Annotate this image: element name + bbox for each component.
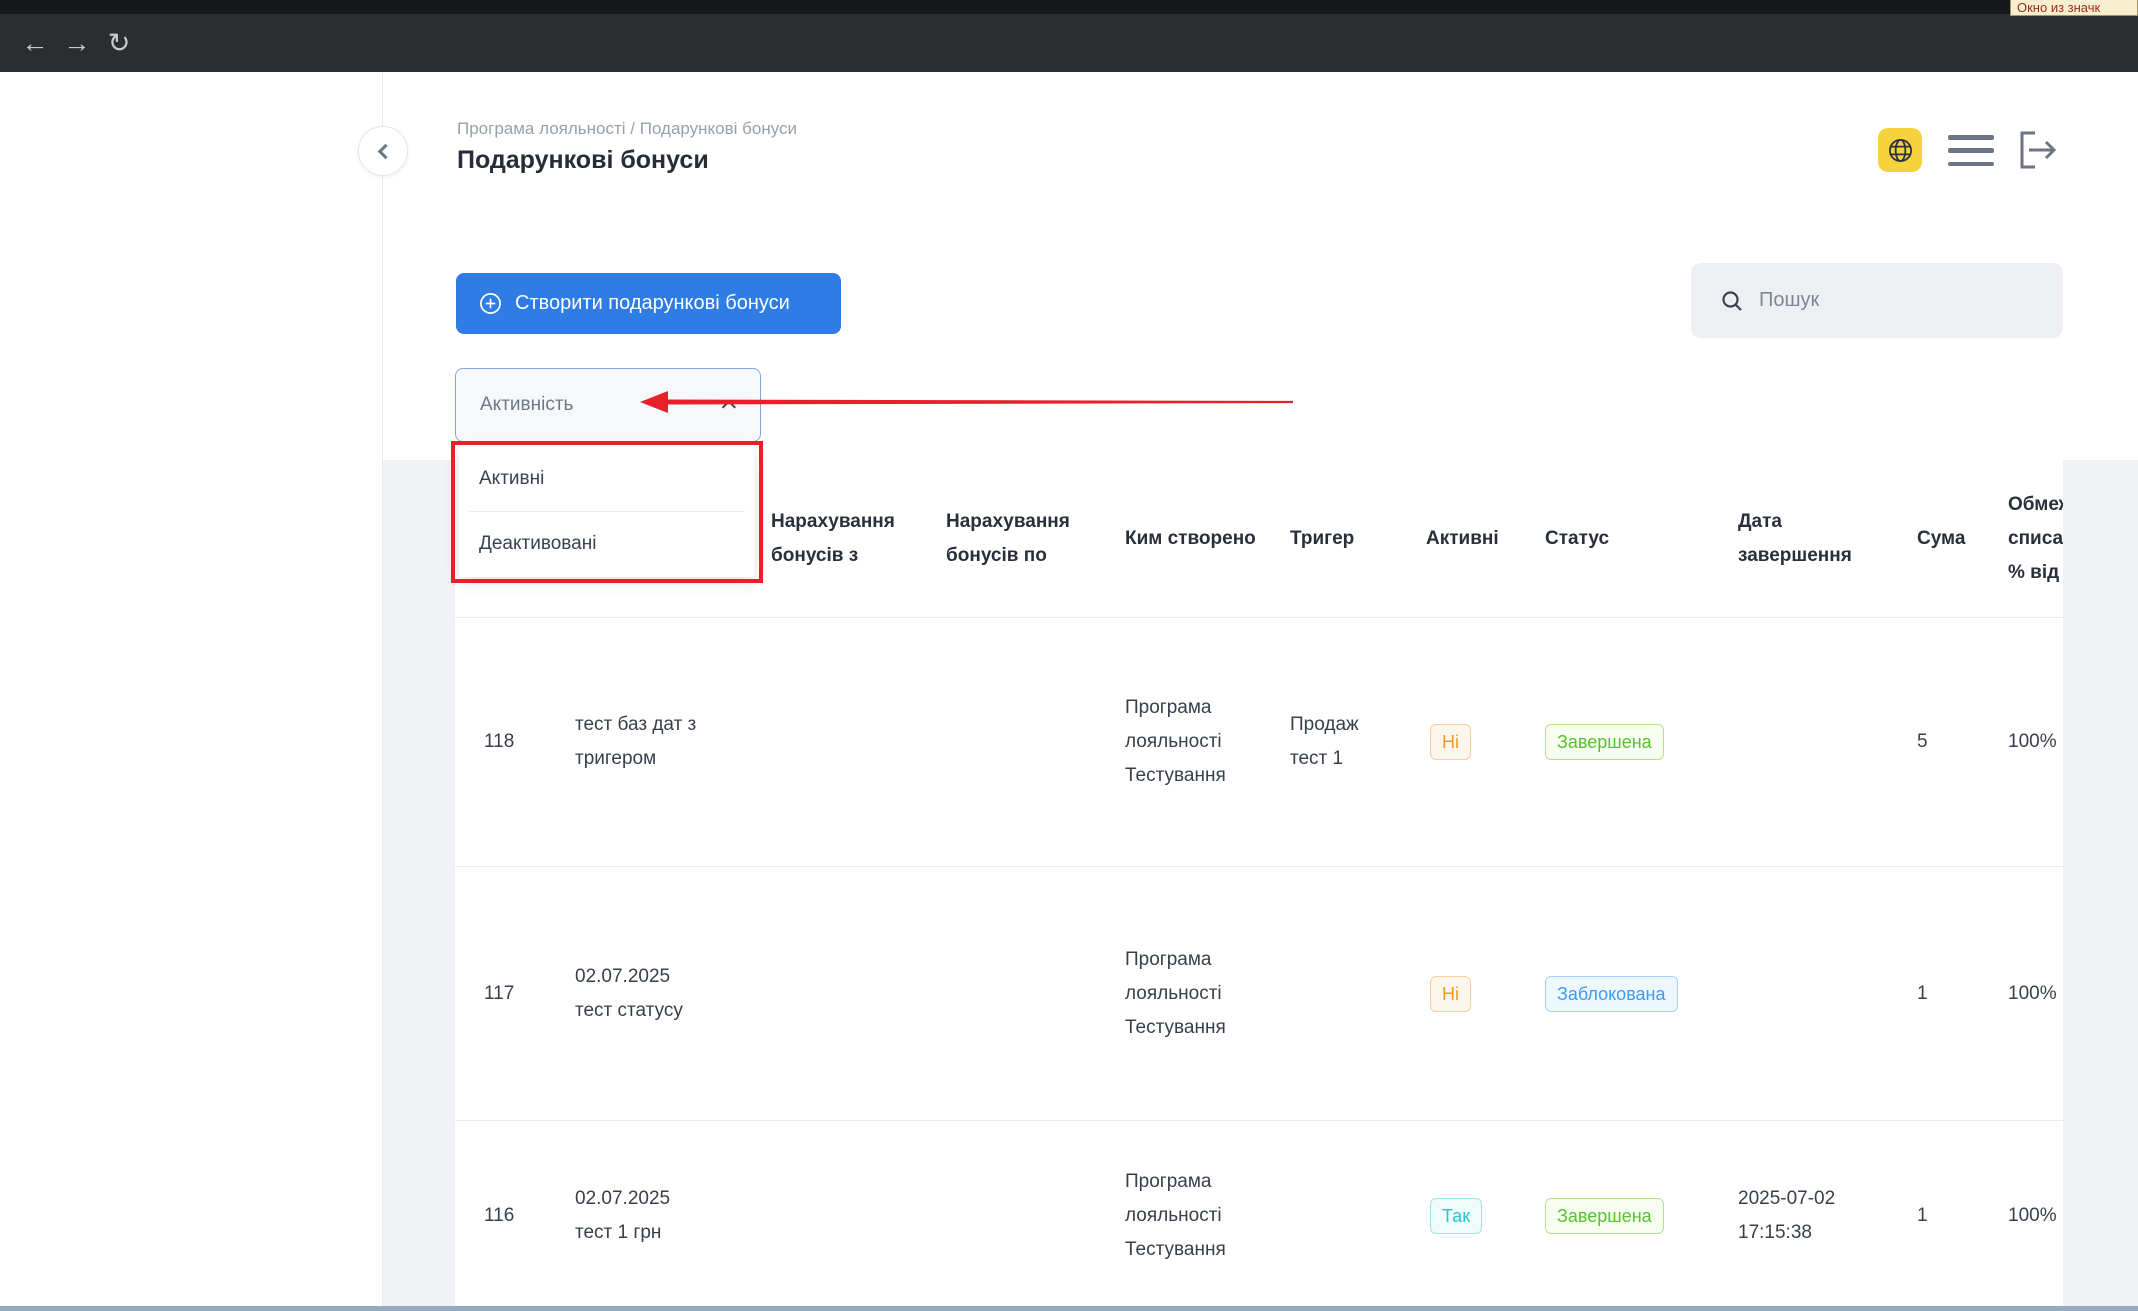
cell-name: 02.07.2025 тест 1 грн bbox=[545, 1121, 765, 1311]
browser-reload-button[interactable]: ↻ bbox=[98, 28, 140, 59]
search-input[interactable] bbox=[1759, 289, 2039, 312]
gift-bonuses-table: Нарахування бонусів з Нарахування бонусі… bbox=[455, 460, 2063, 1311]
cell-end-date: 2025-07-02 17:15:38 bbox=[1720, 1121, 1900, 1311]
header-created-by: Ким створено bbox=[1115, 460, 1280, 617]
breadcrumb: Програма лояльності / Подарункові бонуси bbox=[457, 119, 797, 139]
cell-accrual-to bbox=[940, 1121, 1115, 1311]
menu-hamburger-button[interactable] bbox=[1948, 135, 1994, 166]
table-left-gutter bbox=[383, 460, 455, 1311]
search-box[interactable] bbox=[1691, 263, 2063, 338]
header-accrual-from: Нарахування бонусів з bbox=[765, 460, 940, 617]
page-title: Подарункові бонуси bbox=[457, 146, 709, 175]
cell-active: Ні bbox=[1420, 867, 1520, 1120]
cell-created-by: Програма лояльності Тестування bbox=[1115, 867, 1280, 1120]
cell-trigger bbox=[1280, 1121, 1420, 1311]
cell-trigger bbox=[1280, 867, 1420, 1120]
activity-filter-dropdown[interactable]: Активність bbox=[455, 368, 761, 442]
cell-created-by: Програма лояльності Тестування bbox=[1115, 1121, 1280, 1311]
table-row[interactable]: 116 02.07.2025 тест 1 грн Програма лояль… bbox=[455, 1121, 2063, 1311]
cell-sum: 1 bbox=[1900, 1121, 1985, 1311]
status-badge: Завершена bbox=[1545, 1198, 1664, 1234]
globe-icon bbox=[1887, 137, 1914, 164]
cell-limit: 100% bbox=[1985, 1121, 2063, 1311]
header-limit: Обмеження списання % від bbox=[1985, 460, 2063, 617]
sidebar-collapse-button[interactable] bbox=[358, 126, 408, 176]
active-badge: Так bbox=[1430, 1198, 1482, 1234]
cell-accrual-to bbox=[940, 867, 1115, 1120]
cell-accrual-from bbox=[765, 867, 940, 1120]
plus-circle-icon bbox=[479, 292, 502, 315]
horizontal-scrollbar[interactable] bbox=[0, 1306, 2138, 1311]
table-right-gutter bbox=[2063, 460, 2138, 1311]
create-gift-bonuses-button[interactable]: Створити подарункові бонуси bbox=[456, 273, 841, 334]
browser-forward-button[interactable]: → bbox=[56, 28, 98, 59]
search-icon bbox=[1720, 289, 1744, 313]
filter-option-deactivated[interactable]: Деактивовані bbox=[459, 512, 755, 576]
chevron-up-icon bbox=[722, 400, 736, 414]
header-end-date: Дата завершення bbox=[1720, 460, 1900, 617]
header-active: Активні bbox=[1420, 460, 1520, 617]
header-accrual-to: Нарахування бонусів по bbox=[940, 460, 1115, 617]
cell-status: Заблокована bbox=[1520, 867, 1720, 1120]
status-badge: Заблокована bbox=[1545, 976, 1678, 1012]
os-tooltip: Окно из значк bbox=[2010, 0, 2138, 16]
active-badge: Ні bbox=[1430, 976, 1471, 1012]
table-row[interactable]: 118 тест баз дат з тригером Програма лоя… bbox=[455, 618, 2063, 867]
cell-accrual-to bbox=[940, 618, 1115, 866]
sidebar bbox=[0, 72, 383, 1311]
cell-id: 118 bbox=[455, 618, 545, 866]
cell-accrual-from bbox=[765, 1121, 940, 1311]
table-row[interactable]: 117 02.07.2025 тест статусу Програма лоя… bbox=[455, 867, 2063, 1121]
cell-end-date bbox=[1720, 618, 1900, 866]
cell-sum: 1 bbox=[1900, 867, 1985, 1120]
cell-sum: 5 bbox=[1900, 618, 1985, 866]
cell-status: Завершена bbox=[1520, 1121, 1720, 1311]
language-globe-button[interactable] bbox=[1878, 128, 1922, 172]
chevron-left-icon bbox=[378, 143, 394, 159]
logout-button[interactable] bbox=[2014, 126, 2064, 179]
header-status: Статус bbox=[1520, 460, 1720, 617]
browser-tab-strip bbox=[0, 0, 2138, 14]
cell-trigger: Продаж тест 1 bbox=[1280, 618, 1420, 866]
header-sum: Сума bbox=[1900, 460, 1985, 617]
filter-option-active[interactable]: Активні bbox=[459, 447, 755, 511]
activity-filter-options-panel: Активні Деактивовані bbox=[459, 447, 755, 577]
logout-icon bbox=[2014, 126, 2064, 174]
cell-name: тест баз дат з тригером bbox=[545, 618, 765, 866]
cell-end-date bbox=[1720, 867, 1900, 1120]
cell-active: Ні bbox=[1420, 618, 1520, 866]
cell-limit: 100% bbox=[1985, 618, 2063, 866]
status-badge: Завершена bbox=[1545, 724, 1664, 760]
cell-id: 117 bbox=[455, 867, 545, 1120]
cell-id: 116 bbox=[455, 1121, 545, 1311]
browser-back-button[interactable]: ← bbox=[14, 28, 56, 59]
cell-status: Завершена bbox=[1520, 618, 1720, 866]
cell-active: Так bbox=[1420, 1121, 1520, 1311]
header-trigger: Тригер bbox=[1280, 460, 1420, 617]
cell-name: 02.07.2025 тест статусу bbox=[545, 867, 765, 1120]
active-badge: Ні bbox=[1430, 724, 1471, 760]
cell-created-by: Програма лояльності Тестування bbox=[1115, 618, 1280, 866]
cell-accrual-from bbox=[765, 618, 940, 866]
browser-toolbar: ← → ↻ bbox=[0, 14, 2138, 72]
cell-limit: 100% bbox=[1985, 867, 2063, 1120]
